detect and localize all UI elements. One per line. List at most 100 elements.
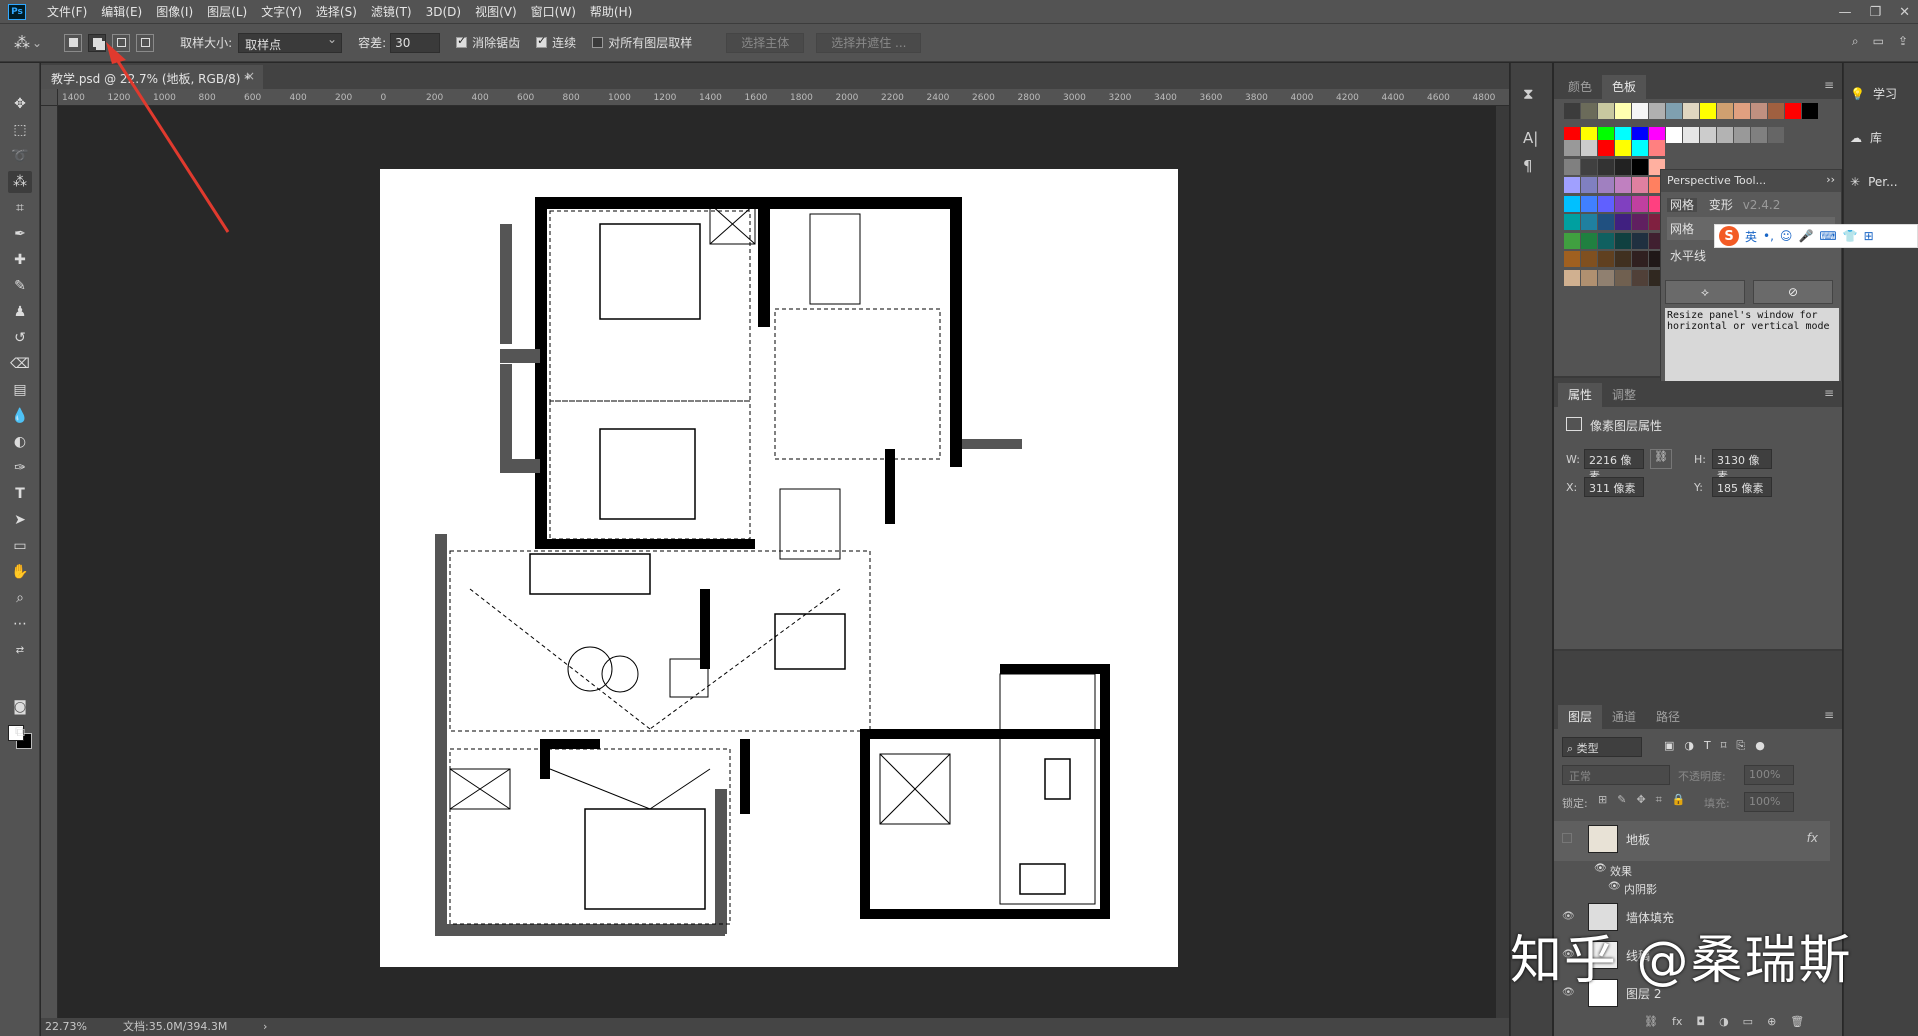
move-tool-icon[interactable]: ✥ xyxy=(8,93,32,115)
subtract-from-selection-icon[interactable] xyxy=(112,33,131,52)
color-swatch[interactable] xyxy=(1666,103,1682,119)
color-swatch[interactable] xyxy=(1564,140,1580,156)
color-swatch[interactable] xyxy=(1615,195,1631,212)
color-swatch[interactable] xyxy=(1581,177,1597,193)
color-swatch[interactable] xyxy=(1717,127,1733,143)
color-swatch[interactable] xyxy=(1564,158,1580,175)
lock-pixels-icon[interactable]: ✎ xyxy=(1617,793,1626,807)
lock-position-icon[interactable]: ✥ xyxy=(1636,793,1645,807)
type-filter-icon[interactable]: T xyxy=(1704,739,1711,753)
toolbox-icon[interactable]: ⊞ xyxy=(1864,229,1874,243)
tab-swatches[interactable]: 色板 xyxy=(1602,75,1647,99)
color-swatch[interactable] xyxy=(1615,269,1631,286)
rectangle-tool-icon[interactable]: ▭ xyxy=(8,535,32,557)
smart-object-filter-icon[interactable]: ⎘ xyxy=(1736,739,1745,753)
menu-type[interactable]: 文字(Y) xyxy=(254,0,309,24)
tab-warp[interactable]: 变形 xyxy=(1709,198,1733,212)
new-layer-icon[interactable]: ⊕ xyxy=(1767,1015,1776,1028)
delete-layer-icon[interactable]: 🗑 xyxy=(1790,1015,1804,1028)
menu-window[interactable]: 窗口(W) xyxy=(524,0,583,24)
panel-menu-icon[interactable]: ≡ xyxy=(1824,78,1834,92)
tolerance-input[interactable]: 30 xyxy=(390,32,441,53)
filter-toggle-icon[interactable]: ● xyxy=(1755,739,1765,753)
color-swatch[interactable] xyxy=(1615,140,1631,156)
color-swatch[interactable] xyxy=(1615,158,1631,175)
layer-effects-row[interactable]: 👁 效果 xyxy=(1554,861,1830,879)
x-input[interactable]: 311 像素 xyxy=(1584,477,1644,497)
color-swatch[interactable] xyxy=(1666,127,1682,143)
color-swatch[interactable] xyxy=(1700,103,1716,119)
color-swatch[interactable] xyxy=(1598,251,1614,267)
color-swatch[interactable] xyxy=(1717,103,1733,119)
antialias-checkbox[interactable]: 消除锯齿 xyxy=(456,34,520,51)
color-swatch[interactable] xyxy=(1751,127,1767,143)
menu-filter[interactable]: 滤镜(T) xyxy=(364,0,419,24)
paragraph-icon[interactable]: ¶ xyxy=(1523,157,1533,175)
color-swatch[interactable] xyxy=(1564,177,1580,193)
color-swatch[interactable] xyxy=(1734,127,1750,143)
menu-help[interactable]: 帮助(H) xyxy=(583,0,639,24)
lock-all-icon[interactable]: 🔒 xyxy=(1672,793,1686,807)
color-swatch[interactable] xyxy=(1768,127,1784,143)
menu-view[interactable]: 视图(V) xyxy=(468,0,524,24)
sogou-logo[interactable]: S xyxy=(1719,226,1739,246)
perspective-toggle-button[interactable]: ⊘ xyxy=(1753,280,1833,304)
lasso-tool-icon[interactable]: ➰ xyxy=(8,145,32,167)
sample-size-select[interactable]: 取样点 xyxy=(238,32,343,53)
color-swatch[interactable] xyxy=(1598,195,1614,212)
color-swatch[interactable] xyxy=(1615,232,1631,249)
color-swatch[interactable] xyxy=(1632,251,1648,267)
path-selection-icon[interactable]: ➤ xyxy=(8,509,32,531)
close-icon[interactable]: ✕ xyxy=(1899,5,1910,20)
adjustment-filter-icon[interactable]: ◑ xyxy=(1684,739,1694,753)
close-tab-icon[interactable]: × xyxy=(245,69,255,83)
y-input[interactable]: 185 像素 xyxy=(1712,477,1772,497)
intersect-selection-icon[interactable] xyxy=(136,33,155,52)
color-swatch[interactable] xyxy=(1564,251,1580,267)
select-subject-button[interactable]: 选择主体 xyxy=(726,32,805,53)
image-filter-icon[interactable]: ▣ xyxy=(1664,739,1674,753)
zoom-tool-icon[interactable]: ⌕ xyxy=(8,587,32,609)
perspective-tool-button[interactable]: ✳ Per... xyxy=(1850,175,1898,189)
share-icon[interactable]: ⇪ xyxy=(1898,34,1908,49)
keyboard-icon[interactable]: ⌨ xyxy=(1819,229,1836,243)
color-swatch[interactable] xyxy=(1581,195,1597,212)
color-swatch[interactable] xyxy=(1564,195,1580,212)
color-swatch[interactable] xyxy=(1632,232,1648,249)
new-group-icon[interactable]: ▭ xyxy=(1743,1015,1753,1028)
libraries-button[interactable]: ☁ 库 xyxy=(1850,129,1882,146)
hand-tool-icon[interactable]: ✋ xyxy=(8,561,32,583)
healing-brush-icon[interactable]: ✚ xyxy=(8,249,32,271)
menu-edit[interactable]: 编辑(E) xyxy=(94,0,149,24)
eye-icon[interactable]: 👁 xyxy=(1594,863,1607,874)
tab-color[interactable]: 颜色 xyxy=(1558,75,1602,99)
lock-artboard-icon[interactable]: ⌗ xyxy=(1656,793,1662,807)
add-style-icon[interactable]: fx xyxy=(1672,1015,1682,1028)
expand-icon[interactable]: ›› xyxy=(1826,173,1835,186)
eye-icon[interactable]: 👁 xyxy=(1608,881,1621,892)
panel-menu-icon[interactable]: ≡ xyxy=(1824,708,1834,722)
color-swatch[interactable] xyxy=(1615,177,1631,193)
color-swatch[interactable] xyxy=(1564,103,1580,119)
color-swatch[interactable] xyxy=(1581,251,1597,267)
canvas-area[interactable] xyxy=(58,106,1509,1018)
magic-wand-tool-preset-icon[interactable]: ⁂ xyxy=(14,33,30,52)
mic-icon[interactable]: 🎤 xyxy=(1798,229,1813,243)
color-swatch[interactable] xyxy=(1598,232,1614,249)
color-swatch[interactable] xyxy=(1700,127,1716,143)
color-swatch[interactable] xyxy=(1649,140,1665,156)
document-tab[interactable]: 教学.psd @ 22.7% (地板, RGB/8) * × xyxy=(41,65,263,89)
color-swatch[interactable] xyxy=(1632,140,1648,156)
color-swatch[interactable] xyxy=(1632,158,1648,175)
color-swatch[interactable] xyxy=(1632,103,1648,119)
vertical-scrollbar[interactable] xyxy=(1496,106,1509,1018)
color-swatch[interactable] xyxy=(1598,158,1614,175)
more-tools-icon[interactable]: ⋯ xyxy=(8,613,32,635)
color-swatch[interactable] xyxy=(1632,177,1648,193)
color-swatch[interactable] xyxy=(1632,195,1648,212)
tab-grid[interactable]: 网格 xyxy=(1667,198,1698,212)
shape-filter-icon[interactable]: ⌑ xyxy=(1721,739,1727,753)
color-swatch[interactable] xyxy=(1564,232,1580,249)
menu-file[interactable]: 文件(F) xyxy=(40,0,94,24)
contiguous-checkbox[interactable]: 连续 xyxy=(536,34,576,51)
